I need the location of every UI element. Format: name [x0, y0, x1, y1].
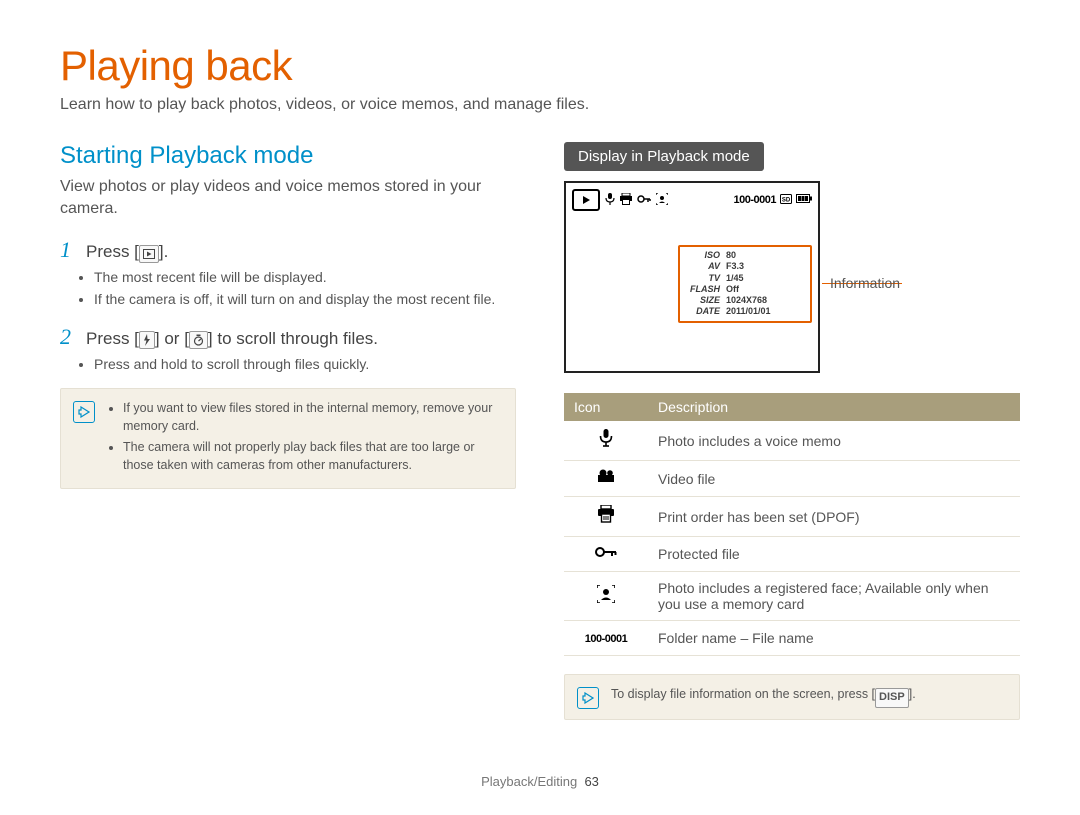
footer-section: Playback/Editing — [481, 774, 577, 789]
face-icon — [656, 193, 668, 208]
right-column: Display in Playback mode — [564, 142, 1020, 720]
file-number: 100-0001 — [734, 194, 777, 206]
page-footer: Playback/Editing 63 — [0, 774, 1080, 789]
row-desc: Print order has been set (DPOF) — [648, 497, 1020, 537]
timer-icon — [189, 331, 208, 349]
print-icon — [564, 497, 648, 537]
note-icon — [577, 687, 599, 709]
svg-text:SD: SD — [782, 197, 791, 203]
bullet: Press and hold to scroll through files q… — [94, 354, 516, 374]
footer-page: 63 — [584, 774, 598, 789]
info-box: ISO80 AVF3.3 TV1/45 FLASHOff SIZE1024X76… — [678, 245, 812, 323]
section-description: View photos or play videos and voice mem… — [60, 176, 516, 219]
display-pill: Display in Playback mode — [564, 142, 764, 171]
key-icon — [564, 537, 648, 572]
note-box-2: To display file information on the scree… — [564, 674, 1020, 720]
page-intro: Learn how to play back photos, videos, o… — [60, 96, 1020, 114]
lcd-screen: 100-0001 SD ISO80 AVF3.3 TV1/45 FLASHOff… — [564, 181, 820, 373]
table-row: Protected file — [564, 537, 1020, 572]
flash-icon — [139, 331, 155, 349]
step-1: 1 Press [ ]. The most recent file will b… — [60, 237, 516, 310]
bullet: If the camera is off, it will turn on an… — [94, 289, 516, 309]
row-desc: Photo includes a voice memo — [648, 421, 1020, 461]
row-desc: Photo includes a registered face; Availa… — [648, 572, 1020, 621]
th-desc: Description — [648, 393, 1020, 421]
step-2-bullets: Press and hold to scroll through files q… — [94, 354, 516, 374]
table-row: Print order has been set (DPOF) — [564, 497, 1020, 537]
folder-file-label: 100-0001 — [564, 621, 648, 656]
playback-button-icon — [139, 245, 159, 263]
note-text: To display file information on the scree… — [611, 685, 916, 708]
note-box: If you want to view files stored in the … — [60, 388, 516, 489]
table-row: Photo includes a registered face; Availa… — [564, 572, 1020, 621]
note-list: If you want to view files stored in the … — [107, 399, 501, 478]
row-desc: Protected file — [648, 537, 1020, 572]
step-number: 2 — [60, 324, 76, 350]
key-icon — [637, 194, 651, 207]
icon-description-table: Icon Description Photo includes a voice … — [564, 393, 1020, 656]
video-icon — [564, 461, 648, 497]
step-number: 1 — [60, 237, 76, 263]
disp-button-icon: DISP — [875, 688, 909, 708]
left-column: Starting Playback mode View photos or pl… — [60, 142, 516, 489]
playback-mode-icon — [572, 189, 600, 211]
bullet: The most recent file will be displayed. — [94, 267, 516, 287]
section-heading: Starting Playback mode — [60, 142, 516, 170]
table-row: Photo includes a voice memo — [564, 421, 1020, 461]
screen-topbar: 100-0001 SD — [572, 189, 812, 211]
step-1-bullets: The most recent file will be displayed. … — [94, 267, 516, 310]
face-icon — [564, 572, 648, 621]
battery-icon — [796, 194, 812, 206]
screen-wrap: 100-0001 SD ISO80 AVF3.3 TV1/45 FLASHOff… — [564, 181, 1020, 373]
mic-icon — [605, 193, 615, 208]
note-item: The camera will not properly play back f… — [123, 438, 501, 474]
table-row: 100-0001 Folder name – File name — [564, 621, 1020, 656]
step-2-text: Press [ ] or [ ] to scroll through files… — [86, 329, 378, 349]
step-1-text: Press [ ]. — [86, 242, 168, 263]
step-2: 2 Press [ ] or [ ] to scroll through fil… — [60, 324, 516, 374]
print-icon — [620, 193, 632, 208]
note-icon — [73, 401, 95, 423]
mic-icon — [564, 421, 648, 461]
row-desc: Video file — [648, 461, 1020, 497]
sd-icon: SD — [780, 194, 792, 207]
callout-label: Information — [830, 275, 900, 291]
table-row: Video file — [564, 461, 1020, 497]
th-icon: Icon — [564, 393, 648, 421]
row-desc: Folder name – File name — [648, 621, 1020, 656]
note-item: If you want to view files stored in the … — [123, 399, 501, 435]
page-title: Playing back — [60, 42, 1020, 90]
